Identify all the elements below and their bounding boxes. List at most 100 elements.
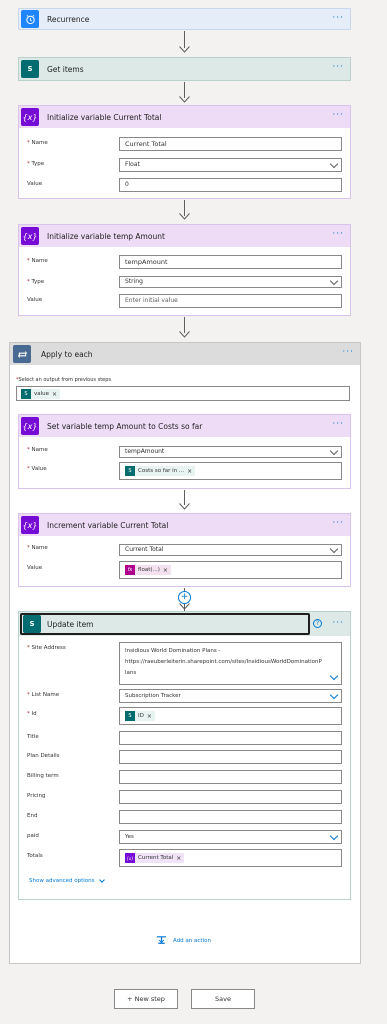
save-button[interactable]: Save: [191, 989, 255, 1009]
show-advanced-options-link[interactable]: Show advanced options: [29, 876, 106, 884]
arrow-down-icon: [179, 46, 190, 53]
type-dropdown[interactable]: Float: [119, 158, 342, 172]
help-icon[interactable]: ?: [313, 619, 322, 628]
title-label: Title: [27, 734, 39, 740]
remove-token-icon[interactable]: ×: [147, 713, 152, 720]
init-temp-amount-step[interactable]: {x} Initialize variable temp Amount ··· …: [18, 224, 351, 316]
plan-details-input[interactable]: [119, 750, 342, 764]
step-header[interactable]: {x} Initialize variable temp Amount ···: [19, 225, 350, 247]
set-temp-amount-step[interactable]: {x} Set variable temp Amount to Costs so…: [18, 414, 351, 489]
value-input[interactable]: fx float(...) ×: [119, 561, 342, 579]
list-name-label: List Name: [31, 692, 60, 698]
step-header[interactable]: {x} Set variable temp Amount to Costs so…: [19, 415, 350, 437]
type-dropdown[interactable]: String: [119, 276, 342, 288]
step-title: Initialize variable temp Amount: [47, 231, 165, 241]
init-current-total-step[interactable]: {x} Initialize variable Current Total ··…: [18, 105, 351, 199]
paid-dropdown[interactable]: Yes: [119, 830, 342, 844]
totals-input[interactable]: {x} Current Total ×: [119, 849, 342, 867]
more-options-icon[interactable]: ···: [332, 230, 344, 239]
site-address-dropdown[interactable]: Insidious World Domination Plans - https…: [119, 642, 342, 685]
token-label: float(...): [138, 567, 160, 573]
update-item-step[interactable]: S Update item ? ··· * Site Address Insid…: [18, 611, 351, 900]
add-action-icon: [156, 936, 167, 944]
step-title: Set variable temp Amount to Costs so far: [47, 421, 203, 431]
name-input[interactable]: tempAmount: [119, 255, 342, 269]
remove-token-icon[interactable]: ×: [52, 391, 57, 398]
step-title: Recurrence: [47, 14, 90, 24]
title-edit-box[interactable]: S Update item: [20, 613, 310, 635]
id-input[interactable]: S ID ×: [119, 707, 342, 725]
more-options-icon[interactable]: ···: [332, 111, 344, 120]
arrow-down-icon: [179, 331, 190, 338]
recurrence-header[interactable]: Recurrence ···: [19, 9, 350, 29]
more-options-icon[interactable]: ···: [332, 619, 344, 628]
arrow-down-icon: [179, 603, 190, 610]
remove-token-icon[interactable]: ×: [163, 567, 168, 574]
variable-icon: {x}: [125, 853, 135, 863]
sharepoint-icon: S: [125, 711, 135, 721]
plan-details-label: Plan Details: [27, 753, 60, 759]
pricing-label: Pricing: [27, 793, 46, 799]
remove-token-icon[interactable]: ×: [176, 855, 181, 862]
end-input[interactable]: [119, 810, 342, 824]
loop-icon: [13, 345, 31, 363]
step-title: Increment variable Current Total: [47, 520, 169, 530]
alarm-clock-icon: [21, 10, 39, 28]
title-input[interactable]: [119, 731, 342, 745]
billing-term-input[interactable]: [119, 770, 342, 784]
id-token[interactable]: S ID ×: [125, 711, 155, 721]
value-token[interactable]: Svalue ×: [21, 389, 61, 399]
token-label: Costs so far in ...: [138, 468, 185, 474]
get-items-header[interactable]: S Get items ···: [19, 58, 350, 80]
costs-token[interactable]: S Costs so far in ... ×: [125, 466, 196, 476]
more-options-icon[interactable]: ···: [332, 519, 344, 528]
name-input[interactable]: Current Total: [119, 137, 342, 151]
sharepoint-icon: S: [21, 60, 39, 78]
paid-value: Yes: [125, 834, 134, 840]
value-input[interactable]: 0: [119, 178, 342, 192]
variable-icon: {x}: [21, 108, 39, 126]
sharepoint-icon: S: [21, 389, 31, 399]
sharepoint-icon: S: [23, 615, 41, 633]
arrow-down-icon: [179, 503, 190, 510]
chevron-down-icon: [99, 876, 106, 883]
token-label: value: [34, 391, 50, 397]
get-items-step[interactable]: S Get items ···: [18, 57, 351, 81]
site-value-line: Insidious World Domination Plans -: [125, 648, 221, 654]
value-label: Value: [31, 466, 47, 472]
more-options-icon[interactable]: ···: [332, 63, 344, 72]
chevron-down-icon: [329, 447, 339, 456]
list-name-dropdown[interactable]: Subscription Tracker: [119, 689, 342, 703]
id-label: Id: [31, 711, 37, 717]
add-action-label: Add an action: [173, 937, 211, 944]
function-icon: fx: [125, 565, 135, 575]
pricing-input[interactable]: [119, 790, 342, 804]
recurrence-step[interactable]: Recurrence ···: [18, 8, 351, 30]
step-header[interactable]: {x} Increment variable Current Total ···: [19, 514, 350, 536]
advanced-label: Show advanced options: [29, 878, 95, 884]
type-label: Type: [31, 279, 45, 285]
value-input[interactable]: S Costs so far in ... ×: [119, 462, 342, 480]
increment-total-step[interactable]: {x} Increment variable Current Total ···…: [18, 513, 351, 587]
more-options-icon[interactable]: ···: [332, 420, 344, 429]
name-value: tempAmount: [125, 448, 165, 455]
name-dropdown[interactable]: tempAmount: [119, 446, 342, 458]
value-input[interactable]: Enter initial value: [119, 294, 342, 308]
new-step-button[interactable]: + New step: [114, 989, 178, 1009]
site-value-line: https://raeuberleiterin.sharepoint.com/s…: [125, 659, 322, 665]
remove-token-icon[interactable]: ×: [187, 468, 192, 475]
end-label: End: [27, 813, 38, 819]
select-output-input[interactable]: Svalue ×: [16, 386, 350, 401]
variable-icon: {x}: [21, 227, 39, 245]
current-total-token[interactable]: {x} Current Total ×: [125, 853, 185, 863]
value-label: Value: [27, 181, 43, 187]
value-label: Value: [27, 565, 43, 571]
step-header[interactable]: {x} Initialize variable Current Total ··…: [19, 106, 350, 128]
more-options-icon[interactable]: ···: [342, 348, 354, 357]
expression-token[interactable]: fx float(...) ×: [125, 565, 171, 575]
name-dropdown[interactable]: Current Total: [119, 544, 342, 556]
apply-to-each-header[interactable]: Apply to each ···: [10, 343, 360, 365]
more-options-icon[interactable]: ···: [332, 14, 344, 23]
chevron-down-icon: [329, 831, 339, 841]
add-action-button[interactable]: Add an action: [156, 935, 211, 946]
